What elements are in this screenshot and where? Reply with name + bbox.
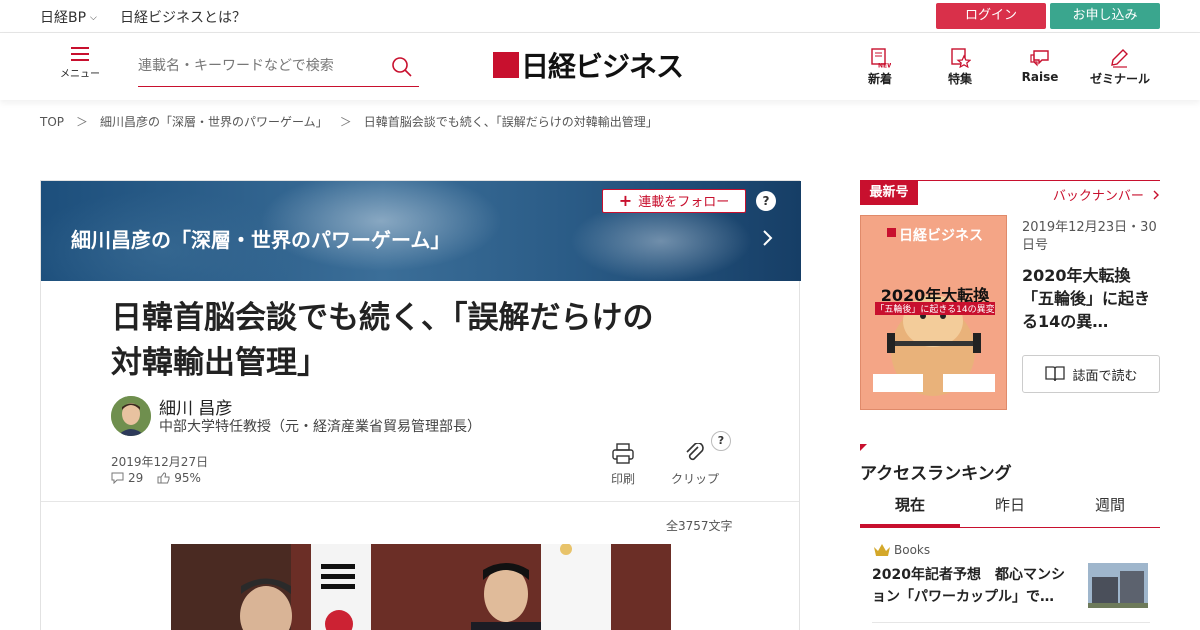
print-button[interactable]: 印刷 (611, 443, 635, 487)
site-label: 日経BP (40, 10, 87, 26)
headline-line-1: 日韓首脳会談でも続く、「誤解だらけの (111, 300, 654, 336)
about-link[interactable]: 日経ビジネスとは？ (120, 7, 246, 27)
author-avatar[interactable] (111, 396, 151, 436)
clip-button[interactable]: クリップ (671, 442, 720, 487)
login-button[interactable]: ログイン (936, 3, 1046, 29)
char-count: 全3757文字 (666, 519, 733, 533)
paperclip-icon (686, 442, 704, 461)
series-title[interactable]: 細川昌彦の「深層・世界のパワーゲーム」 (71, 224, 450, 253)
clip-label: クリップ (671, 472, 720, 486)
latest-issue-header: 最新号 バックナンバー (860, 180, 1160, 205)
utility-bar: 日経BP ⌵ 日経ビジネスとは？ ログイン お申し込み (0, 0, 1200, 33)
latest-issue-tag: 最新号 (860, 181, 918, 205)
breadcrumb-top[interactable]: TOP (40, 115, 64, 129)
nav-raise[interactable]: Raise (1005, 48, 1075, 84)
ranking-item-title[interactable]: 2020年記者予想 都心マンション「パワーカップル」で… (872, 564, 1077, 608)
nav-feature[interactable]: 特集 (925, 48, 995, 87)
new-doc-icon: NEW (845, 48, 915, 68)
nav-seminar-label: ゼミナール (1089, 72, 1150, 86)
search-icon[interactable] (391, 56, 413, 82)
divider (41, 501, 799, 502)
follow-label: 連載をフォロー (638, 195, 730, 210)
ranking-category-label: Books (894, 543, 931, 557)
nav-new[interactable]: NEW 新着 (845, 48, 915, 87)
ranking-item-thumbnail[interactable] (1088, 563, 1148, 608)
issue-date: 2019年12月23日・30日号 (1022, 220, 1157, 253)
like-ratio[interactable]: 95% (157, 471, 201, 485)
chevron-right-icon[interactable] (761, 229, 773, 251)
chevron-down-icon: ⌵ (90, 13, 97, 23)
print-label: 印刷 (611, 472, 636, 486)
open-book-icon (1045, 366, 1066, 382)
ranking-tabs: 現在 昨日 週間 (860, 490, 1160, 528)
nav-new-label: 新着 (867, 72, 892, 86)
backnumber-label: バックナンバー (1052, 189, 1144, 204)
comment-icon (111, 472, 124, 484)
svg-text:NEW: NEW (878, 63, 891, 69)
site-selector[interactable]: 日経BP ⌵ (40, 7, 97, 27)
logo-mark (493, 52, 519, 78)
cover-subheadline: 「五輪後」に起きる14の異変 (875, 302, 995, 315)
tab-now[interactable]: 現在 (860, 490, 960, 527)
read-magazine-label: 誌面で読む (1072, 368, 1138, 384)
ranking-title: アクセスランキング (860, 464, 1012, 484)
magazine-cover[interactable]: 日経ビジネス 2020年大転換 「五輪後」に起きる14の異変 (860, 215, 1007, 410)
menu-button[interactable]: メニュー (58, 47, 102, 87)
search-input[interactable] (138, 51, 378, 81)
ranking-divider (872, 622, 1150, 623)
breadcrumb-separator: ＞ (339, 115, 352, 129)
article-stats: 29 95% (111, 471, 215, 485)
author-role: 中部大学特任教授（元・経済産業省貿易管理部長） (159, 419, 481, 435)
search-box (138, 51, 419, 87)
tab-weekly[interactable]: 週間 (1060, 490, 1160, 527)
breadcrumb-series[interactable]: 細川昌彦の「深層・世界のパワーゲーム」 (100, 115, 328, 129)
logo-text: 日経ビジネス (521, 50, 684, 83)
cover-logo: 日経ビジネス (899, 228, 983, 244)
nav-raise-label: Raise (1021, 70, 1059, 84)
breadcrumb-separator: ＞ (76, 115, 89, 129)
follow-series-button[interactable]: + 連載をフォロー (602, 189, 746, 213)
breadcrumb-current: 日韓首脳会談でも続く、「誤解だらけの対韓輸出管理」 (363, 115, 658, 129)
article-photo (171, 544, 671, 630)
star-doc-icon (925, 48, 995, 68)
apply-button[interactable]: お申し込み (1050, 3, 1160, 29)
main-header: メニュー 日経ビジネス NEW 新着 特集 Raise ゼミナール (0, 33, 1200, 100)
comment-count-value: 29 (128, 471, 144, 485)
clip-help-icon[interactable]: ? (711, 431, 731, 451)
chat-bubbles-icon (1005, 48, 1075, 68)
help-icon[interactable]: ? (756, 191, 776, 211)
like-ratio-value: 95% (174, 471, 201, 485)
issue-title[interactable]: 2020年大転換「五輪後」に起きる14の異… (1022, 264, 1162, 333)
comment-count[interactable]: 29 (111, 471, 143, 485)
nav-feature-label: 特集 (947, 72, 972, 86)
pencil-icon (1085, 48, 1155, 68)
plus-icon: + (618, 191, 633, 210)
thumbs-up-icon (157, 472, 170, 484)
hamburger-icon (71, 47, 89, 61)
chevron-right-icon (1153, 190, 1159, 200)
backnumber-link[interactable]: バックナンバー (1053, 185, 1160, 204)
site-logo[interactable]: 日経ビジネス (493, 47, 684, 83)
crown-icon (874, 544, 890, 556)
breadcrumb: TOP ＞ 細川昌彦の「深層・世界のパワーゲーム」 ＞ 日韓首脳会談でも続く、「誤解だら… (40, 113, 658, 130)
series-banner[interactable]: 細川昌彦の「深層・世界のパワーゲーム」 + 連載をフォロー ? (41, 181, 801, 281)
ranking-corner-mark (860, 444, 867, 451)
headline-line-2: 対韓輸出管理」 (111, 345, 328, 381)
article-card: 細川昌彦の「深層・世界のパワーゲーム」 + 連載をフォロー ? 日韓首脳会談でも続… (40, 180, 801, 630)
tab-yesterday[interactable]: 昨日 (960, 490, 1060, 527)
printer-icon (612, 443, 634, 464)
menu-label: メニュー (60, 69, 100, 80)
publish-date: 2019年12月27日 (111, 455, 209, 469)
ranking-category: Books (872, 542, 930, 558)
nav-seminar[interactable]: ゼミナール (1085, 48, 1155, 87)
article-headline: 日韓首脳会談でも続く、「誤解だらけの 対韓輸出管理」 (111, 296, 731, 386)
read-magazine-button[interactable]: 誌面で読む (1022, 355, 1160, 393)
